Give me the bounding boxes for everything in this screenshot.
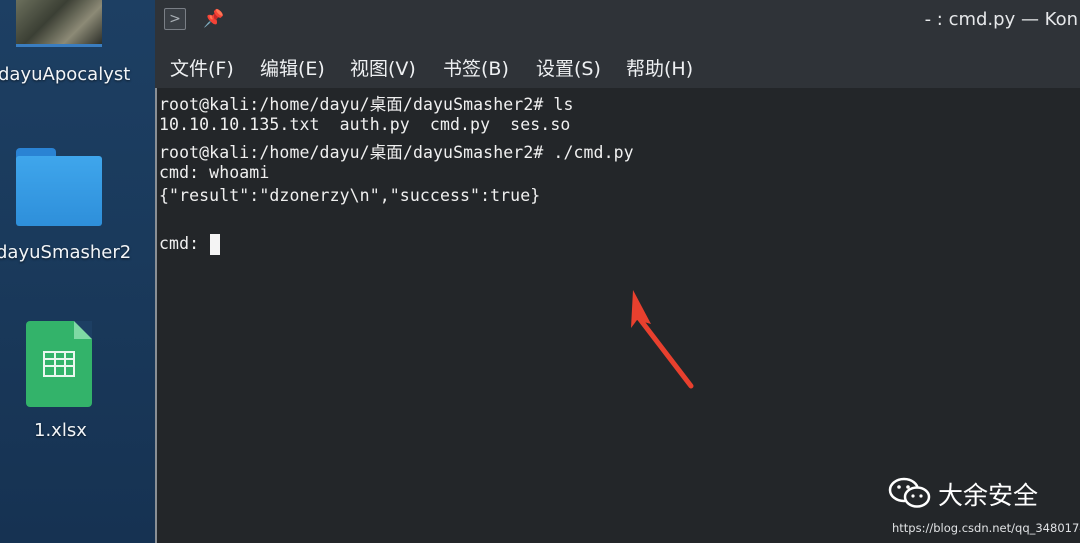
watermark: 大余安全 — [888, 474, 1058, 514]
menu-settings[interactable]: 设置(S) — [536, 54, 601, 81]
menu-edit[interactable]: 编辑(E) — [260, 54, 325, 81]
terminal-line: 10.10.10.135.txt auth.py cmd.py ses.so — [159, 115, 571, 134]
menu-bookmarks[interactable]: 书签(B) — [443, 54, 509, 81]
terminal-app-icon[interactable]: > — [164, 8, 186, 30]
pin-icon[interactable]: 📌 — [203, 9, 224, 29]
desktop-icon-label-dayuapocalyst[interactable]: dayuApocalyst — [0, 64, 130, 85]
terminal-line: cmd: whoami — [159, 163, 270, 182]
window-title: - : cmd.py — Kon — [924, 9, 1078, 30]
wechat-icon — [888, 477, 931, 508]
title-bar[interactable]: > 📌 - : cmd.py — Kon — [155, 0, 1080, 42]
red-arrow-annotation — [631, 290, 694, 389]
image-thumbnail-icon[interactable] — [16, 0, 102, 47]
desktop-area: dayuApocalyst dayuSmasher2 1.xlsx — [0, 0, 155, 543]
menu-help[interactable]: 帮助(H) — [626, 54, 693, 81]
terminal-line: root@kali:/home/dayu/桌面/dayuSmasher2# ls — [159, 95, 574, 114]
terminal-line: {"result":"dzonerzy\n","success":true} — [159, 186, 541, 205]
menu-view[interactable]: 视图(V) — [350, 54, 416, 81]
konsole-window: > 📌 - : cmd.py — Kon 文件(F) 编辑(E) 视图(V) 书… — [155, 0, 1080, 543]
watermark-brand: 大余安全 — [938, 481, 1039, 510]
watermark-url: https://blog.csdn.net/qq_34801745 — [892, 521, 1080, 535]
desktop-icon-label-dayusmasher2[interactable]: dayuSmasher2 — [0, 242, 131, 263]
terminal-prompt: cmd: — [159, 234, 210, 253]
spreadsheet-icon[interactable] — [26, 321, 92, 407]
text-cursor — [210, 234, 220, 255]
menu-file[interactable]: 文件(F) — [170, 54, 234, 81]
terminal-line: root@kali:/home/dayu/桌面/dayuSmasher2# ./… — [159, 143, 634, 162]
menu-bar: 文件(F) 编辑(E) 视图(V) 书签(B) 设置(S) 帮助(H) — [155, 42, 1080, 88]
desktop-icon-label-xlsx[interactable]: 1.xlsx — [34, 420, 87, 441]
folder-icon[interactable] — [16, 148, 102, 226]
